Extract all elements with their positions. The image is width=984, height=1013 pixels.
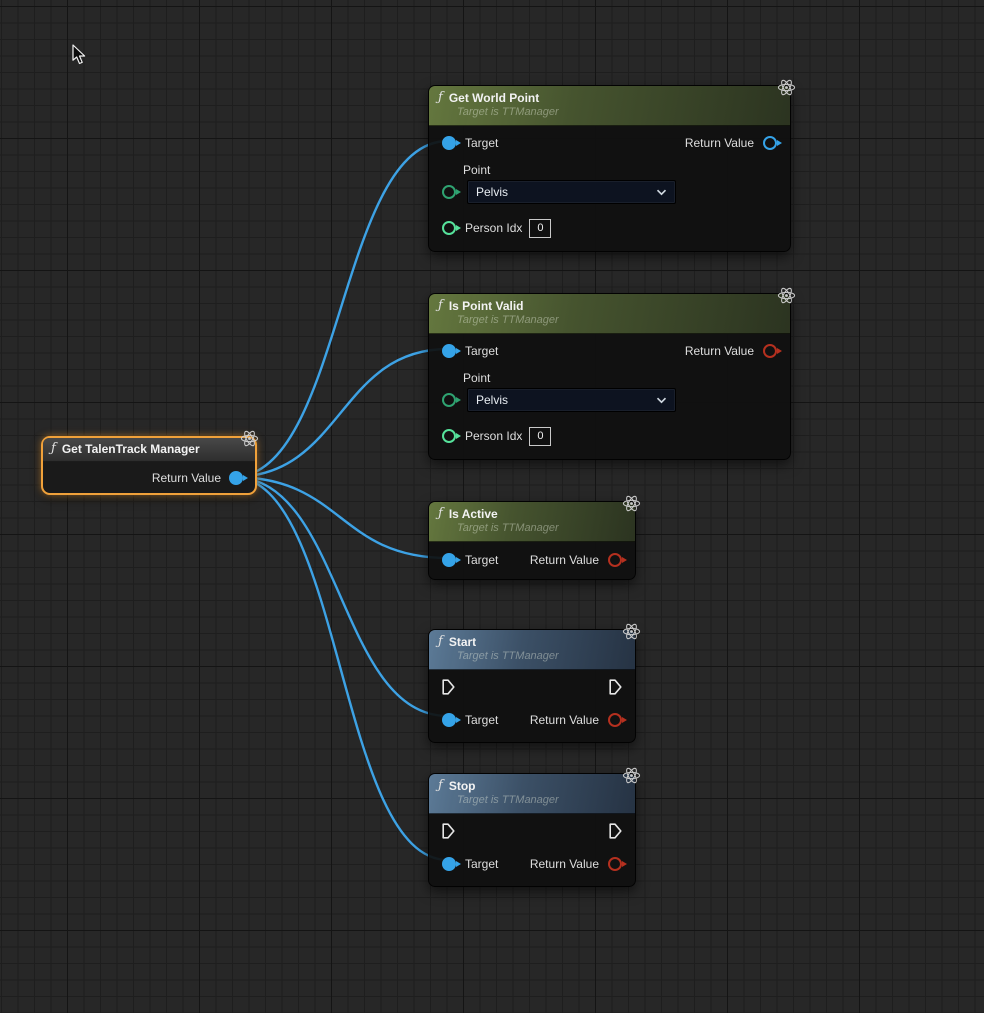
target-pin-label: Target [465,857,498,871]
node-title: Is Point Valid [449,299,524,314]
return-value-pin[interactable] [229,471,243,485]
person-idx-label: Person Idx [465,429,522,443]
node-header[interactable]: ƒ Start Target is TTManager [429,630,635,670]
node-is-point-valid[interactable]: ƒ Is Point Valid Target is TTManager Targ… [428,293,791,460]
point-pin-label: Point [463,163,790,177]
person-idx-pin[interactable] [442,221,456,235]
atom-icon [240,429,259,448]
exec-in-pin[interactable] [442,823,455,842]
exec-in-pin[interactable] [442,679,455,698]
atom-icon [777,78,796,97]
wire-manager-to-stop[interactable] [233,477,448,860]
node-is-active[interactable]: ƒ Is Active Target is TTManager Target Re… [428,501,636,580]
node-get-world-point[interactable]: ƒ Get World Point Target is TTManager Tar… [428,85,791,252]
return-value-pin[interactable] [763,344,777,358]
node-subtitle: Target is TTManager [457,314,781,328]
person-idx-pin[interactable] [442,429,456,443]
return-value-pin[interactable] [608,857,622,871]
point-dropdown[interactable]: Pelvis [467,388,676,412]
mouse-cursor [72,44,88,71]
return-value-pin-label: Return Value [530,713,599,727]
target-pin-label: Target [465,344,498,358]
return-value-pin-label: Return Value [530,857,599,871]
target-pin[interactable] [442,857,456,871]
chevron-down-icon [656,397,667,404]
exec-out-pin[interactable] [609,679,622,698]
target-pin-label: Target [465,136,498,150]
node-start[interactable]: ƒ Start Target is TTManager Target Return… [428,629,636,743]
return-value-pin[interactable] [763,136,777,150]
target-pin[interactable] [442,713,456,727]
point-pin[interactable] [442,393,456,407]
function-icon: ƒ [438,298,443,314]
node-title: Get World Point [449,91,539,106]
node-stop[interactable]: ƒ Stop Target is TTManager Target Return … [428,773,636,887]
target-pin-label: Target [465,553,498,567]
target-pin[interactable] [442,553,456,567]
node-header[interactable]: ƒ Is Point Valid Target is TTManager [429,294,790,334]
function-icon: ƒ [438,90,443,106]
node-subtitle: Target is TTManager [457,522,626,536]
point-pin-label: Point [463,371,790,385]
node-subtitle: Target is TTManager [457,106,781,120]
target-pin[interactable] [442,136,456,150]
node-header[interactable]: ƒ Get TalenTrack Manager [43,438,255,462]
wire-manager-to-start[interactable] [233,477,448,716]
node-get-talentrack-manager[interactable]: ƒ Get TalenTrack Manager Return Value [41,436,257,495]
return-value-pin[interactable] [608,553,622,567]
node-title: Start [449,635,476,650]
function-icon: ƒ [438,506,443,522]
function-icon: ƒ [438,778,443,794]
return-value-pin-label: Return Value [685,136,754,150]
target-pin[interactable] [442,344,456,358]
atom-icon [622,494,641,513]
return-value-pin[interactable] [608,713,622,727]
return-value-pin-label: Return Value [530,553,599,567]
exec-out-pin[interactable] [609,823,622,842]
node-title: Stop [449,779,476,794]
atom-icon [777,286,796,305]
node-header[interactable]: ƒ Stop Target is TTManager [429,774,635,814]
return-value-pin-label: Return Value [685,344,754,358]
point-dropdown[interactable]: Pelvis [467,180,676,204]
node-subtitle: Target is TTManager [457,794,626,808]
wire-manager-to-is-point-valid[interactable] [233,349,448,477]
node-title: Get TalenTrack Manager [62,442,200,457]
node-subtitle: Target is TTManager [457,650,626,664]
person-idx-input[interactable]: 0 [529,427,551,446]
point-dropdown-value: Pelvis [476,393,508,407]
atom-icon [622,622,641,641]
chevron-down-icon [656,189,667,196]
node-title: Is Active [449,507,498,522]
atom-icon [622,766,641,785]
node-header[interactable]: ƒ Get World Point Target is TTManager [429,86,790,126]
wire-manager-to-get-world-point[interactable] [233,141,448,477]
return-value-pin-label: Return Value [152,471,221,485]
graph-canvas[interactable]: { "colors": { "wire": "#3da2e5", "select… [0,0,984,1013]
function-icon: ƒ [51,441,56,457]
target-pin-label: Target [465,713,498,727]
person-idx-input[interactable]: 0 [529,219,551,238]
node-header[interactable]: ƒ Is Active Target is TTManager [429,502,635,542]
function-icon: ƒ [438,634,443,650]
point-pin[interactable] [442,185,456,199]
point-dropdown-value: Pelvis [476,185,508,199]
person-idx-label: Person Idx [465,221,522,235]
